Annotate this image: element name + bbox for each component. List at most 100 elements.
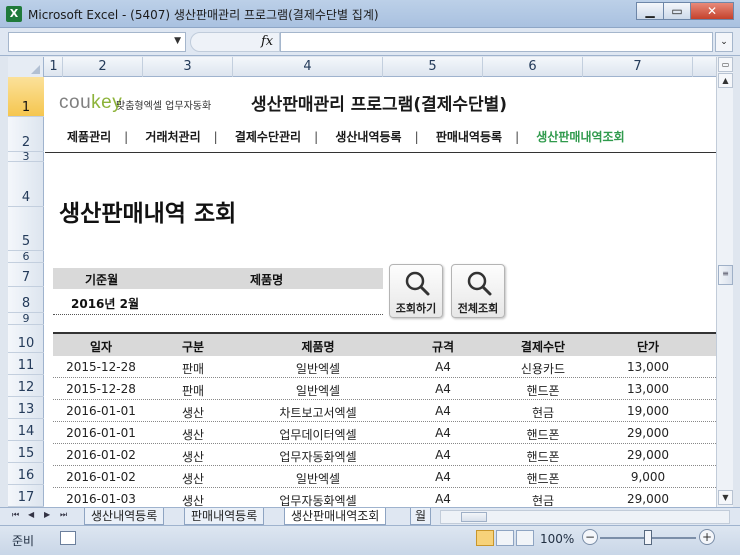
sheet-content: coukey 맞춤형엑셀 업무자동화 생산판매관리 프로그램(결제수단별) 제품… — [45, 78, 716, 507]
cell-date: 2016-01-02 — [66, 470, 136, 484]
cell-type: 생산 — [181, 406, 205, 420]
search-fields: 2016년 2월 — [53, 289, 383, 315]
chevron-down-icon[interactable]: ▼ — [174, 36, 181, 46]
row-header[interactable]: 11 — [8, 353, 44, 375]
product-label: 제품명 — [250, 273, 284, 287]
macro-record-icon[interactable] — [60, 531, 76, 545]
nav-item-production-entry[interactable]: 생산내역등록 — [335, 130, 401, 144]
zoom-out-button[interactable]: − — [582, 529, 598, 545]
column-header[interactable]: 7 — [583, 57, 693, 77]
minimize-button[interactable]: ▁ — [636, 2, 664, 20]
cell-price: 13,000 — [627, 382, 669, 396]
first-sheet-icon[interactable]: ⏮ — [12, 510, 19, 520]
zoom-slider-thumb[interactable] — [644, 530, 652, 545]
last-sheet-icon[interactable]: ⏭ — [60, 510, 67, 520]
table-row[interactable]: 2015-12-28 판매 일반엑셀 A4 핸드폰 13,000 — [53, 378, 716, 400]
table-row[interactable]: 2016-01-02 생산 업무자동화엑셀 A4 핸드폰 29,000 — [53, 444, 716, 466]
zoom-level[interactable]: 100% — [540, 532, 574, 546]
row-header[interactable]: 2 — [8, 117, 44, 152]
table-row[interactable]: 2016-01-01 생산 차트보고서엑셀 A4 현금 19,000 — [53, 400, 716, 422]
month-input[interactable]: 2016년 2월 — [71, 295, 139, 312]
name-box[interactable]: ▼ — [8, 32, 186, 52]
row-header[interactable]: 3 — [8, 150, 44, 163]
formula-expand-button[interactable]: ⌄ — [715, 32, 733, 52]
row-header[interactable]: 12 — [8, 375, 44, 397]
table-row[interactable]: 2016-01-01 생산 업무데이터엑셀 A4 핸드폰 29,000 — [53, 422, 716, 444]
row-header[interactable]: 14 — [8, 419, 44, 441]
select-all-corner[interactable] — [8, 57, 44, 77]
column-header[interactable]: 5 — [383, 57, 483, 77]
table-row[interactable]: 2016-01-02 생산 일반엑셀 A4 핸드폰 9,000 — [53, 466, 716, 488]
row-header[interactable]: 10 — [8, 325, 44, 353]
cell-spec: A4 — [435, 426, 451, 440]
function-icon[interactable]: fx — [261, 34, 273, 49]
close-button[interactable]: ✕ — [690, 2, 734, 20]
column-header[interactable]: 3 — [143, 57, 233, 77]
cell-date: 2015-12-28 — [66, 382, 136, 396]
search-button[interactable]: 조회하기 — [389, 264, 443, 318]
cell-product: 일반엑셀 — [295, 362, 341, 376]
row-header[interactable]: 5 — [8, 207, 44, 251]
cell-price: 29,000 — [627, 448, 669, 462]
sheet-tab-history-lookup[interactable]: 생산판매내역조회 — [284, 508, 387, 525]
split-box[interactable]: ▭ — [718, 57, 733, 72]
row-header[interactable]: 7 — [8, 263, 44, 287]
row-header[interactable]: 1 — [8, 77, 44, 117]
formula-input[interactable] — [280, 32, 713, 52]
formula-tools: fx — [190, 32, 280, 52]
cell-spec: A4 — [435, 448, 451, 462]
column-header[interactable]: 6 — [483, 57, 583, 77]
page-break-view-button[interactable] — [516, 530, 534, 546]
nav-item-sales-entry[interactable]: 판매내역등록 — [436, 130, 502, 144]
row-header[interactable]: 15 — [8, 441, 44, 463]
scroll-thumb[interactable]: ≡ — [718, 265, 733, 285]
page-layout-view-button[interactable] — [496, 530, 514, 546]
scroll-down-button[interactable]: ▼ — [718, 490, 733, 505]
row-header[interactable]: 17 — [8, 485, 44, 507]
nav-item-client[interactable]: 거래처관리 — [145, 130, 200, 144]
nav-item-product[interactable]: 제품관리 — [67, 130, 111, 144]
nav-item-payment[interactable]: 결제수단관리 — [235, 130, 301, 144]
sheet-tab-monthly[interactable]: 월 — [410, 508, 432, 525]
nav-menu: 제품관리 | 거래처관리 | 결제수단관리 | 생산내역등록 | 판매내역등록 | 생산판… — [67, 130, 625, 144]
row-header[interactable]: 13 — [8, 397, 44, 419]
cell-product: 일반엑셀 — [295, 384, 341, 398]
normal-view-button[interactable] — [476, 530, 494, 546]
cell-type: 판매 — [181, 384, 205, 398]
view-all-button[interactable]: 전체조회 — [451, 264, 505, 318]
cell-payment: 신용카드 — [520, 362, 566, 376]
cell-date: 2015-12-28 — [66, 360, 136, 374]
cell-price: 9,000 — [630, 470, 666, 484]
cell-spec: A4 — [435, 382, 451, 396]
maximize-button[interactable]: ▭ — [663, 2, 691, 20]
cell-type: 생산 — [181, 428, 205, 442]
cell-payment: 핸드폰 — [526, 472, 560, 486]
row-header[interactable]: 8 — [8, 287, 44, 313]
prev-sheet-icon[interactable]: ◀ — [28, 510, 34, 519]
cell-product: 일반엑셀 — [295, 472, 341, 486]
cell-type: 생산 — [181, 494, 205, 507]
nav-item-history-lookup[interactable]: 생산판매내역조회 — [536, 130, 624, 144]
row-header[interactable]: 6 — [8, 250, 44, 263]
column-header[interactable]: 4 — [233, 57, 383, 77]
column-header[interactable]: 2 — [63, 57, 143, 77]
window-controls: ▁ ▭ ✕ — [636, 2, 734, 20]
table-row[interactable]: 2015-12-28 판매 일반엑셀 A4 신용카드 13,000 — [53, 356, 716, 378]
horizontal-scrollbar[interactable] — [440, 510, 730, 524]
sheet-tab-sales-entry[interactable]: 판매내역등록 — [184, 508, 265, 525]
product-input[interactable] — [223, 295, 343, 311]
header-spec: 규격 — [431, 340, 455, 354]
column-header[interactable]: 1 — [45, 57, 63, 77]
horizontal-scroll-thumb[interactable] — [461, 512, 487, 522]
row-header[interactable]: 16 — [8, 463, 44, 485]
scroll-up-button[interactable]: ▲ — [718, 73, 733, 88]
excel-app-icon[interactable]: X — [6, 6, 22, 22]
sheet-tab-production-entry[interactable]: 생산내역등록 — [84, 508, 165, 525]
row-header[interactable]: 4 — [8, 162, 44, 207]
cell-spec: A4 — [435, 404, 451, 418]
vertical-scrollbar[interactable]: ▭ ▲ ≡ ▼ — [716, 57, 733, 507]
zoom-in-button[interactable]: + — [699, 529, 715, 545]
table-row[interactable]: 2016-01-03 생산 업무자동화엑셀 A4 현금 29,000 — [53, 488, 716, 507]
next-sheet-icon[interactable]: ▶ — [44, 510, 50, 519]
row-header[interactable]: 9 — [8, 312, 44, 325]
